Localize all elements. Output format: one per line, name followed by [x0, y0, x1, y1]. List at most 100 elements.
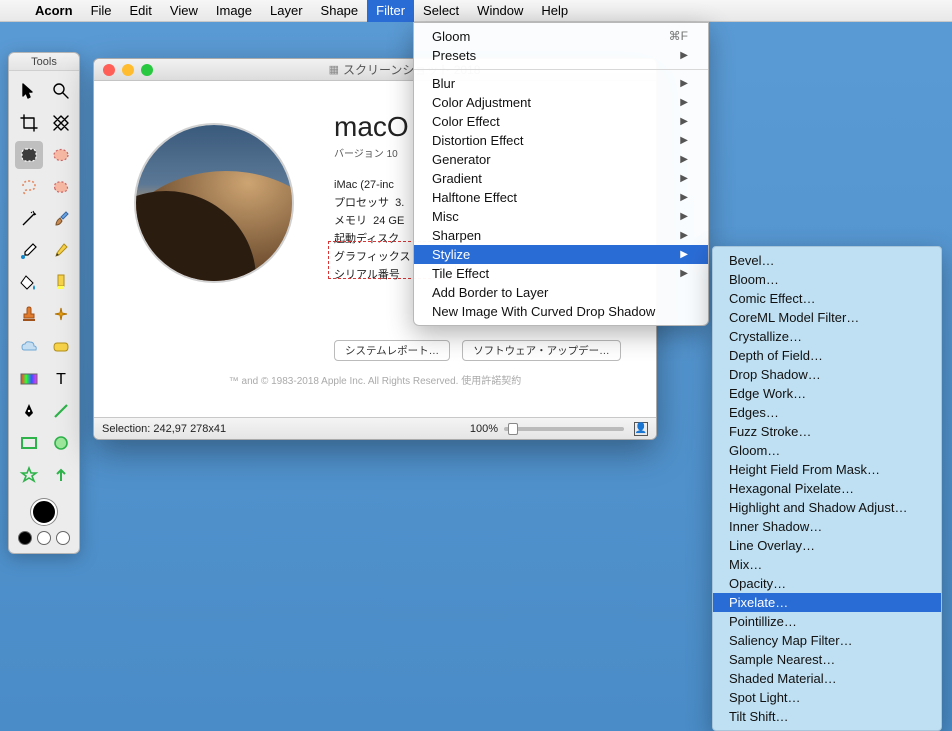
- menu-file[interactable]: File: [82, 0, 121, 22]
- paintbrush-tool[interactable]: [47, 205, 75, 233]
- eyedropper-tool[interactable]: [15, 237, 43, 265]
- ellipse-select-tool[interactable]: [47, 141, 75, 169]
- stylize-depth-of-field-[interactable]: Depth of Field…: [713, 346, 941, 365]
- filter-menu: Gloom⌘FPresets▶ Blur▶Color Adjustment▶Col…: [413, 22, 709, 326]
- menubar: Acorn FileEditViewImageLayerShapeFilterS…: [0, 0, 952, 22]
- stylize-submenu: Bevel…Bloom…Comic Effect…CoreML Model Fi…: [712, 246, 942, 731]
- stylize-pointillize-[interactable]: Pointillize…: [713, 612, 941, 631]
- cpu-label: プロセッサ: [334, 197, 389, 209]
- menu-help[interactable]: Help: [532, 0, 577, 22]
- filter-presets[interactable]: Presets▶: [414, 46, 708, 65]
- stylize-tilt-shift-[interactable]: Tilt Shift…: [713, 707, 941, 726]
- freehand-select-tool[interactable]: [47, 173, 75, 201]
- stylize-mix-[interactable]: Mix…: [713, 555, 941, 574]
- filter-distortion-effect[interactable]: Distortion Effect▶: [414, 131, 708, 150]
- stylize-drop-shadow-[interactable]: Drop Shadow…: [713, 365, 941, 384]
- menu-filter[interactable]: Filter: [367, 0, 414, 22]
- transform-tool[interactable]: [47, 109, 75, 137]
- filter-tile-effect[interactable]: Tile Effect▶: [414, 264, 708, 283]
- crop-tool[interactable]: [15, 109, 43, 137]
- line-tool[interactable]: [47, 397, 75, 425]
- stylize-inner-shadow-[interactable]: Inner Shadow…: [713, 517, 941, 536]
- highlighter-tool[interactable]: [47, 269, 75, 297]
- stylize-opacity-[interactable]: Opacity…: [713, 574, 941, 593]
- user-icon[interactable]: 👤: [634, 422, 648, 436]
- zoom-button[interactable]: [141, 64, 153, 76]
- menu-shape[interactable]: Shape: [312, 0, 368, 22]
- copyright-text: ™ and © 1983-2018 Apple Inc. All Rights …: [94, 372, 656, 387]
- filter-new-image-with-curved-drop-shadow[interactable]: New Image With Curved Drop Shadow: [414, 302, 708, 321]
- sparkle-tool[interactable]: [47, 301, 75, 329]
- stylize-hexagonal-pixelate-[interactable]: Hexagonal Pixelate…: [713, 479, 941, 498]
- stylize-highlight-and-shadow-adjust-[interactable]: Highlight and Shadow Adjust…: [713, 498, 941, 517]
- stylize-shaded-material-[interactable]: Shaded Material…: [713, 669, 941, 688]
- app-menu[interactable]: Acorn: [26, 0, 82, 22]
- close-button[interactable]: [103, 64, 115, 76]
- stylize-edge-work-[interactable]: Edge Work…: [713, 384, 941, 403]
- swatch-white[interactable]: [37, 531, 51, 545]
- about-model: iMac (27-inc: [334, 179, 394, 191]
- stylize-height-field-from-mask-[interactable]: Height Field From Mask…: [713, 460, 941, 479]
- stylize-bevel-[interactable]: Bevel…: [713, 251, 941, 270]
- system-report-button[interactable]: システムレポート…: [334, 340, 450, 361]
- cloud-tool[interactable]: [15, 333, 43, 361]
- filter-color-effect[interactable]: Color Effect▶: [414, 112, 708, 131]
- filter-blur[interactable]: Blur▶: [414, 74, 708, 93]
- menu-image[interactable]: Image: [207, 0, 261, 22]
- foreground-color[interactable]: [31, 499, 57, 525]
- arrow-tool[interactable]: [47, 461, 75, 489]
- stylize-pixelate-[interactable]: Pixelate…: [713, 593, 941, 612]
- filter-gloom[interactable]: Gloom⌘F: [414, 27, 708, 46]
- filter-sharpen[interactable]: Sharpen▶: [414, 226, 708, 245]
- bucket-tool[interactable]: [15, 269, 43, 297]
- filter-stylize[interactable]: Stylize▶: [414, 245, 708, 264]
- filter-gradient[interactable]: Gradient▶: [414, 169, 708, 188]
- cpu-value: 3.: [395, 197, 404, 209]
- filter-generator[interactable]: Generator▶: [414, 150, 708, 169]
- stylize-edges-[interactable]: Edges…: [713, 403, 941, 422]
- menu-layer[interactable]: Layer: [261, 0, 312, 22]
- circle-tool[interactable]: [47, 429, 75, 457]
- software-update-button[interactable]: ソフトウェア・アップデー…: [462, 340, 621, 361]
- stylize-sample-nearest-[interactable]: Sample Nearest…: [713, 650, 941, 669]
- shape-tool[interactable]: [47, 333, 75, 361]
- proxy-icon: ▦: [329, 63, 339, 76]
- stylize-bloom-[interactable]: Bloom…: [713, 270, 941, 289]
- pencil-tool[interactable]: [47, 237, 75, 265]
- stylize-saliency-map-filter-[interactable]: Saliency Map Filter…: [713, 631, 941, 650]
- filter-color-adjustment[interactable]: Color Adjustment▶: [414, 93, 708, 112]
- stamp-tool[interactable]: [15, 301, 43, 329]
- move-tool[interactable]: [15, 77, 43, 105]
- menu-select[interactable]: Select: [414, 0, 468, 22]
- menu-edit[interactable]: Edit: [121, 0, 161, 22]
- menu-view[interactable]: View: [161, 0, 207, 22]
- gradient-tool[interactable]: [15, 365, 43, 393]
- stylize-gloom-[interactable]: Gloom…: [713, 441, 941, 460]
- mem-label: メモリ: [334, 215, 367, 227]
- stylize-crystallize-[interactable]: Crystallize…: [713, 327, 941, 346]
- swatch-black[interactable]: [18, 531, 32, 545]
- filter-add-border-to-layer[interactable]: Add Border to Layer: [414, 283, 708, 302]
- rect-select-tool[interactable]: [15, 141, 43, 169]
- zoom-readout: 100%: [470, 423, 498, 435]
- about-heading: macO: [334, 111, 410, 143]
- text-tool[interactable]: T: [47, 365, 75, 393]
- swatch-none[interactable]: [56, 531, 70, 545]
- magic-wand-tool[interactable]: [15, 205, 43, 233]
- star-tool[interactable]: [15, 461, 43, 489]
- minimize-button[interactable]: [122, 64, 134, 76]
- zoom-slider[interactable]: [504, 427, 624, 431]
- menu-window[interactable]: Window: [468, 0, 532, 22]
- stylize-coreml-model-filter-[interactable]: CoreML Model Filter…: [713, 308, 941, 327]
- stylize-spot-light-[interactable]: Spot Light…: [713, 688, 941, 707]
- lasso-tool[interactable]: [15, 173, 43, 201]
- rect-tool[interactable]: [15, 429, 43, 457]
- stylize-fuzz-stroke-[interactable]: Fuzz Stroke…: [713, 422, 941, 441]
- stylize-comic-effect-[interactable]: Comic Effect…: [713, 289, 941, 308]
- pen-tool[interactable]: [15, 397, 43, 425]
- filter-misc[interactable]: Misc▶: [414, 207, 708, 226]
- svg-text:T: T: [56, 371, 66, 388]
- zoom-tool[interactable]: [47, 77, 75, 105]
- filter-halftone-effect[interactable]: Halftone Effect▶: [414, 188, 708, 207]
- stylize-line-overlay-[interactable]: Line Overlay…: [713, 536, 941, 555]
